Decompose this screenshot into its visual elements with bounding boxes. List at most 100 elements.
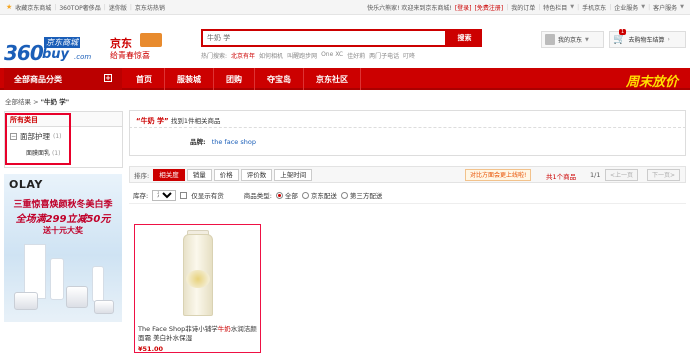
chevron-down-icon: ▼ — [570, 4, 575, 10]
brand-label: 品牌: — [190, 138, 206, 146]
my-orders-link[interactable]: 我的订单 — [511, 3, 535, 12]
hot-searches: 热门搜索: 北京有年 如何相机 叫醒跑步网 One XC 佳好莉 两门子电话 叮… — [201, 51, 415, 60]
product-card[interactable]: The Face Shop菲诗小铺学牛奶水润洁颜面霜 美白补水保湿 ¥51.00 — [134, 224, 261, 353]
avatar — [545, 34, 555, 45]
sort-newest-button[interactable]: 上架时间 — [274, 168, 313, 181]
type-option-jd[interactable]: 京东配送 — [301, 190, 337, 200]
enterprise-menu[interactable]: 企业服务 — [614, 3, 638, 12]
ad-line-2: 全场满299立减50元 — [15, 214, 111, 225]
sort-reviews-button[interactable]: 评价数 — [240, 168, 273, 181]
top-bar-left: ★ 收藏京东商城 | 360TOP奢侈品 | 迷你版 | 京东坊热销 — [6, 3, 165, 12]
top-bar-right: 快乐六熊家! 欢迎来到京东商城! [登录] [免费注册] | 我的订单 | 特色… — [367, 3, 684, 12]
promo-title: 京东 — [110, 37, 132, 50]
product-bottle-image — [92, 266, 104, 302]
nav-item-clothing[interactable]: 服装城 — [165, 68, 214, 90]
logo-com-text: .com — [74, 53, 92, 61]
hot-search-link[interactable]: 叮咚 — [403, 51, 415, 60]
all-categories-button[interactable]: 全部商品分类 + — [4, 68, 122, 90]
type-option-all[interactable]: 全部 — [275, 190, 298, 200]
collapse-icon[interactable]: − — [10, 133, 17, 140]
product-name-highlight: 牛奶 — [217, 325, 231, 333]
search-button[interactable]: 搜索 — [447, 29, 482, 47]
radio-icon — [301, 191, 309, 199]
favorite-link[interactable]: 收藏京东商城 — [15, 3, 51, 12]
breadcrumb-separator: > — [33, 98, 39, 106]
olay-ad-banner[interactable]: OLAY 三重惊喜焕颜秋冬美白季 全场满299立减50元 送十元大奖 — [4, 174, 122, 322]
prev-page-button[interactable]: <上一页 — [605, 169, 639, 181]
mobile-link[interactable]: 手机京东 — [582, 3, 606, 12]
brand-link[interactable]: the face shop — [212, 138, 256, 146]
register-link[interactable]: [免费注册] — [475, 3, 504, 12]
site-logo[interactable]: 京东商城 360 buy .com — [4, 37, 104, 67]
compare-notice[interactable]: 对比方面会更上线啦! — [465, 169, 532, 181]
sort-relevance-button[interactable]: 相关度 — [153, 168, 185, 181]
product-jar-image — [66, 286, 88, 308]
welcome-text: 快乐六熊家! 欢迎来到京东商城! — [367, 4, 452, 12]
featured-menu[interactable]: 特色栏目 — [543, 3, 567, 12]
category-count: (1) — [53, 133, 62, 140]
next-page-button[interactable]: 下一页> — [647, 169, 681, 181]
plus-icon: + — [104, 74, 112, 82]
cart-button[interactable]: 🛒 1 去购物车结算 › — [609, 29, 686, 48]
header-promo[interactable]: 京东 给青春惊喜 — [110, 33, 168, 65]
hot-search-link[interactable]: 两门子电话 — [369, 51, 399, 60]
type-option-label: 第三方配送 — [349, 192, 383, 200]
in-stock-checkbox[interactable] — [180, 191, 188, 199]
hot-search-link[interactable]: 佳好莉 — [347, 51, 365, 60]
subcategory-count: (1) — [51, 150, 61, 157]
brand-filter: 品牌: the face shop — [129, 127, 686, 156]
type-option-third-party[interactable]: 第三方配送 — [340, 190, 383, 200]
region-select[interactable]: 湖南 — [152, 189, 177, 201]
category-item[interactable]: − 面部护理 (1) — [10, 131, 117, 142]
subcategory-item[interactable]: 面膜面乳 (1) — [10, 148, 117, 157]
chevron-down-icon: ▼ — [680, 4, 684, 10]
hot-search-link[interactable]: 叫醒跑步网 — [287, 51, 317, 60]
sort-label: 排序: — [134, 171, 150, 180]
star-icon: ★ — [6, 3, 13, 11]
category-title: 所有类目 — [4, 111, 123, 126]
nav-item-groupbuy[interactable]: 团购 — [214, 68, 255, 90]
nav-items: 首页 服装城 团购 夺宝岛 京东社区 — [124, 68, 361, 90]
sort-price-button[interactable]: 价格 — [213, 168, 239, 181]
hot-search-link[interactable]: 如何相机 — [259, 51, 283, 60]
sort-bar: 排序: 相关度 销量 价格 评价数 上架时间 对比方面会更上线啦! 共1个商品 … — [129, 166, 686, 183]
all-categories-label: 全部商品分类 — [14, 75, 62, 84]
nav-item-community[interactable]: 京东社区 — [304, 68, 361, 90]
olay-logo: OLAY — [9, 178, 43, 191]
in-stock-label: 仅显示有货 — [191, 192, 224, 200]
filter-bar: 库存: 湖南 仅显示有货 商品类型: 全部 京东配送 第三方配送 — [129, 187, 686, 204]
type-option-label: 京东配送 — [310, 192, 337, 200]
login-link[interactable]: [登录] — [455, 3, 472, 12]
service-menu[interactable]: 客户服务 — [653, 3, 677, 12]
product-box-image — [24, 244, 46, 299]
cart-label: 去购物车结算 — [628, 37, 665, 44]
product-bottle-image — [50, 258, 64, 300]
search-input[interactable] — [201, 29, 447, 47]
hot-search-link[interactable]: 北京有年 — [231, 51, 255, 60]
hot-search-link[interactable]: One XC — [321, 51, 343, 60]
top-link-mini[interactable]: 迷你版 — [109, 3, 127, 12]
product-image[interactable] — [165, 230, 232, 320]
my-jd-button[interactable]: 我的京东 ▼ — [541, 31, 604, 48]
top-link-hot[interactable]: 京东坊热销 — [135, 3, 165, 12]
top-link-luxury[interactable]: 360TOP奢侈品 — [59, 3, 100, 12]
breadcrumb-root[interactable]: 全部结果 — [5, 98, 31, 106]
total-count: 共1个商品 — [546, 173, 577, 181]
gift-icon — [140, 33, 162, 47]
ad-line-1: 三重惊喜焕颜秋冬美白季 — [13, 200, 113, 210]
type-label: 商品类型: — [243, 192, 272, 200]
type-option-label: 全部 — [284, 192, 298, 200]
product-price: ¥51.00 — [138, 345, 164, 353]
chevron-right-icon: › — [667, 36, 670, 43]
nav-item-home[interactable]: 首页 — [124, 68, 165, 90]
stock-label: 库存: — [133, 192, 149, 200]
product-name-prefix: The Face Shop菲诗小铺学 — [138, 325, 218, 333]
product-name[interactable]: The Face Shop菲诗小铺学牛奶水润洁颜面霜 美白补水保湿 — [138, 325, 259, 343]
weekend-promo-link[interactable]: 周末放价 — [626, 71, 678, 90]
sort-sales-button[interactable]: 销量 — [186, 168, 212, 181]
nav-item-treasure[interactable]: 夺宝岛 — [255, 68, 304, 90]
category-list: − 面部护理 (1) 面膜面乳 (1) — [4, 126, 123, 168]
my-jd-label: 我的京东 — [558, 37, 583, 44]
category-label: 面部护理 — [20, 132, 50, 141]
subcategory-label: 面膜面乳 — [26, 150, 51, 157]
